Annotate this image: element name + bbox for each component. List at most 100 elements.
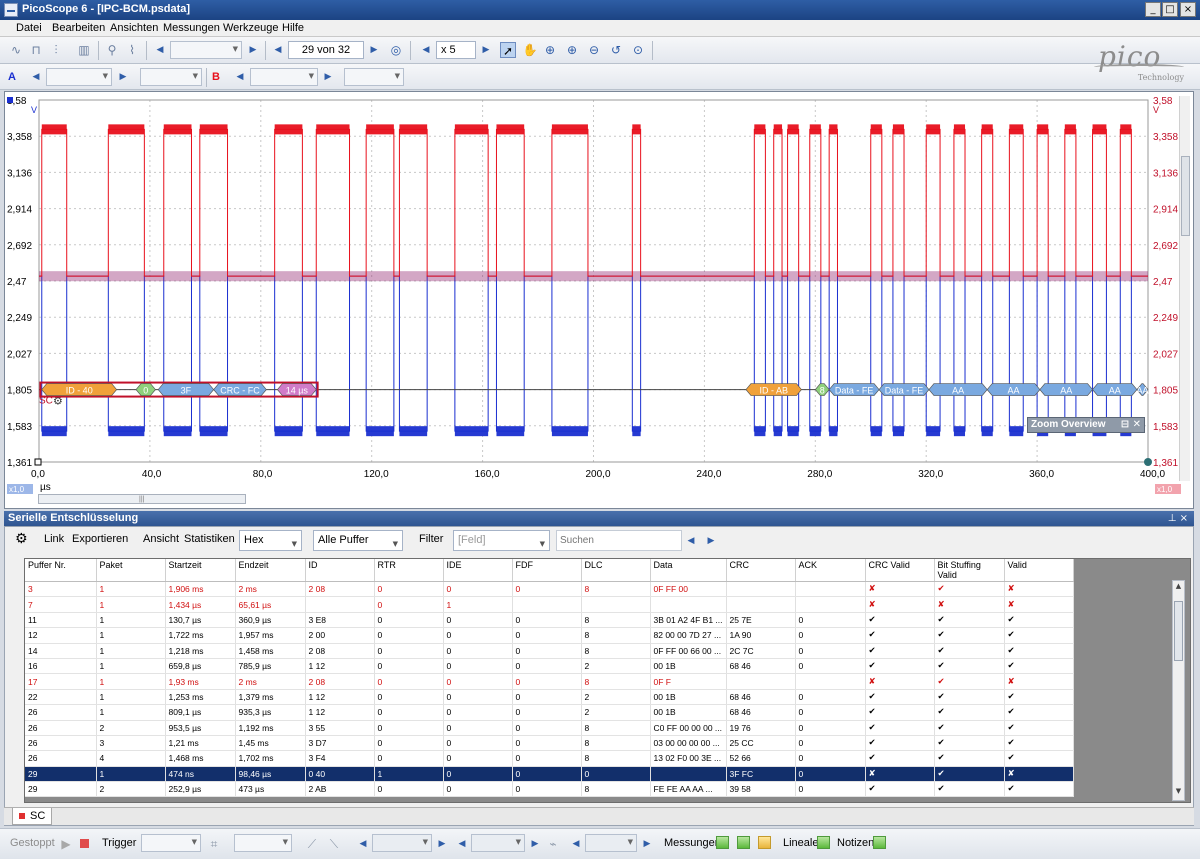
column-header[interactable]: DLC — [581, 559, 651, 582]
search-next-button[interactable]: ▶ — [703, 532, 719, 550]
spectrum-mode-icon[interactable]: ⫶ — [48, 42, 64, 58]
column-header[interactable]: CRC — [726, 559, 796, 582]
table-row[interactable]: 7 1 1,434 µs 65,61 µs 0 1 ✘ ✘ ✘ — [25, 596, 1074, 613]
zoom-fit-icon[interactable]: ⊙ — [630, 42, 646, 58]
table-row[interactable]: 29 1 474 ns 98,46 µs 0 40 1 0 0 0 3F FC 0 ✘ ✔ ✘ — [25, 766, 1074, 783]
delay-prev[interactable]: ◀ — [568, 835, 584, 853]
buffer-next-button[interactable]: ▶ — [366, 41, 382, 59]
channel-a-range-dropdown[interactable] — [46, 68, 112, 86]
table-row[interactable]: 26 4 1,468 ms 1,702 ms 3 F4 0 0 0 8 13 02 F0 00 3… — [25, 750, 1074, 767]
rising-edge-icon[interactable]: ⟋ — [304, 836, 320, 852]
ruler-handle-icon[interactable] — [1144, 458, 1152, 466]
channel-b-range-prev[interactable]: ◀ — [232, 68, 248, 86]
delay-field[interactable] — [585, 834, 637, 852]
table-row[interactable]: 11 1 130,7 µs 360,9 µs 3 E8 0 0 0 8 3B 01 A2 4F B… — [25, 612, 1074, 629]
select-cursor-icon[interactable]: ➚ — [500, 42, 516, 58]
ruler-handle-left-icon[interactable] — [34, 458, 42, 466]
timebase-prev-button[interactable]: ◀ — [152, 41, 168, 59]
column-header[interactable]: ID — [305, 559, 375, 582]
scope-mode-icon[interactable]: ∿ — [8, 42, 24, 58]
zoom-overview-window[interactable]: Zoom Overview ⊟ ✕ — [1027, 417, 1145, 433]
panel-pin-close-icon[interactable]: ⊥ × — [1168, 511, 1188, 526]
statistics-button[interactable]: Statistiken — [184, 533, 235, 545]
export-button[interactable]: Exportieren — [72, 533, 128, 545]
field-dropdown[interactable]: [Feld] — [453, 530, 550, 554]
buffer-prev-button[interactable]: ◀ — [270, 41, 286, 59]
search-prev-button[interactable]: ◀ — [683, 532, 699, 550]
trigger-channel-dropdown[interactable] — [234, 834, 292, 852]
zoom-factor-prev-button[interactable]: ◀ — [418, 41, 434, 59]
delay-next[interactable]: ▶ — [639, 835, 655, 853]
table-row[interactable]: 26 1 809,1 µs 935,3 µs 1 12 0 0 0 2 00 1B 68 46 0 ✔ ✔… — [25, 704, 1074, 721]
channel-a-range-prev[interactable]: ◀ — [28, 68, 44, 86]
column-header[interactable]: CRC Valid — [865, 559, 935, 582]
zoom-out-icon[interactable]: ⊖ — [586, 42, 602, 58]
column-header[interactable]: Puffer Nr. — [25, 559, 97, 582]
filter-button[interactable]: Filter — [419, 533, 443, 545]
buffer-dropdown[interactable]: Alle Puffer — [313, 530, 403, 554]
pretrigger-prev[interactable]: ◀ — [454, 835, 470, 853]
view-button[interactable]: Ansicht — [143, 533, 179, 545]
notes-icon[interactable] — [873, 836, 886, 849]
zoom-overview-controls[interactable]: ⊟ ✕ — [1121, 418, 1141, 432]
table-row[interactable]: 26 2 953,5 µs 1,192 ms 3 55 0 0 0 8 C0 FF 00 00 0… — [25, 720, 1074, 736]
trigger-mode-dropdown[interactable] — [141, 834, 201, 852]
trigger-level-field[interactable] — [372, 834, 432, 852]
table-row[interactable]: 22 1 1,253 ms 1,379 ms 1 12 0 0 0 2 00 1B 68 46 0 ✔ ✔… — [25, 689, 1074, 706]
zoom-factor-next-button[interactable]: ▶ — [478, 41, 494, 59]
column-header[interactable]: Startzeit — [165, 559, 236, 582]
buffer-counter[interactable]: 29 von 32 — [288, 41, 364, 59]
zoom-icon[interactable]: ⊕ — [542, 42, 558, 58]
column-header[interactable]: RTR — [374, 559, 444, 582]
trigger-level-prev[interactable]: ◀ — [355, 835, 371, 853]
timebase-dropdown[interactable] — [170, 41, 242, 59]
menu-hilfe[interactable]: Hilfe — [282, 22, 304, 34]
spectrum-bars-icon[interactable]: ▥ — [76, 42, 92, 58]
zoom-factor-field[interactable]: x 5 — [436, 41, 476, 59]
add-measurement-icon[interactable] — [716, 836, 729, 849]
table-row[interactable]: 26 3 1,21 ms 1,45 ms 3 D7 0 0 0 8 03 00 00 00 00 … — [25, 735, 1074, 752]
persistence-mode-icon[interactable]: ⊓ — [28, 42, 44, 58]
waveform-plot[interactable]: 3,58 3,583,358 3,3583,136 3,1362,914 2,9142,… — [5, 92, 1193, 508]
channel-b-coupling-dropdown[interactable] — [344, 68, 404, 86]
scope-vertical-scrollbar[interactable] — [1179, 96, 1190, 481]
maximize-button[interactable]: □ — [1162, 2, 1178, 17]
search-input[interactable] — [556, 530, 682, 551]
table-row[interactable]: 29 2 252,9 µs 473 µs 2 AB 0 0 0 8 FE FE AA AA ...… — [25, 781, 1074, 798]
column-header[interactable]: IDE — [443, 559, 513, 582]
menu-bearbeiten[interactable]: Bearbeiten — [52, 22, 105, 34]
pretrigger-next[interactable]: ▶ — [527, 835, 543, 853]
channel-a-range-next[interactable]: ▶ — [115, 68, 131, 86]
trigger-level-next[interactable]: ▶ — [434, 835, 450, 853]
start-icon[interactable]: ▶ — [58, 836, 74, 852]
channel-a-button[interactable]: A — [8, 68, 16, 86]
edit-measurement-icon[interactable] — [737, 836, 750, 849]
column-header[interactable]: Valid — [1004, 559, 1074, 582]
close-button[interactable]: × — [1180, 2, 1196, 17]
scope-horizontal-scrollbar[interactable]: ||| — [38, 494, 246, 504]
table-row[interactable]: 3 1 1,906 ms 2 ms 2 08 0 0 0 8 0F FF 00 ✘ ✔ ✘ — [25, 581, 1074, 598]
table-row[interactable]: 17 1 1,93 ms 2 ms 2 08 0 0 0 8 0F F ✘ ✔ ✘ — [25, 673, 1074, 690]
falling-edge-icon[interactable]: ⟍ — [326, 836, 342, 852]
channel-a-coupling-dropdown[interactable] — [140, 68, 202, 86]
table-vertical-scrollbar[interactable]: ▲ ▼ — [1172, 580, 1185, 801]
trigger-advanced-icon[interactable]: ⌗ — [206, 836, 222, 852]
scope-view[interactable]: 3,58 3,58 3,358 3,358 3,136 3,136 2,914 2,914 2,… — [4, 91, 1194, 509]
menu-messungen[interactable]: Messungen — [163, 22, 220, 34]
column-header[interactable]: Bit Stuffing Valid — [934, 559, 1005, 582]
undo-zoom-icon[interactable]: ↺ — [608, 42, 624, 58]
link-button[interactable]: Link — [44, 533, 64, 545]
channel-b-button[interactable]: B — [212, 68, 220, 86]
table-row[interactable]: 14 1 1,218 ms 1,458 ms 2 08 0 0 0 8 0F FF 00 66 0… — [25, 643, 1074, 659]
minimize-button[interactable]: _ — [1145, 2, 1161, 17]
hand-tool-icon[interactable]: ✋ — [522, 42, 538, 58]
settings-gear-icon[interactable]: ⚙ — [15, 531, 28, 547]
format-dropdown[interactable]: Hex — [239, 530, 302, 554]
timebase-next-button[interactable]: ▶ — [245, 41, 261, 59]
table-row[interactable]: 16 1 659,8 µs 785,9 µs 1 12 0 0 0 2 00 1B 68 46 0 ✔ ✔… — [25, 658, 1074, 675]
delete-measurement-icon[interactable] — [758, 836, 771, 849]
buffer-navigator-icon[interactable]: ◎ — [388, 42, 404, 58]
column-header[interactable]: Endzeit — [235, 559, 306, 582]
tab-sc[interactable]: SC — [12, 808, 52, 825]
table-row[interactable]: 12 1 1,722 ms 1,957 ms 2 00 0 0 0 8 82 00 00 7D 2… — [25, 627, 1074, 644]
